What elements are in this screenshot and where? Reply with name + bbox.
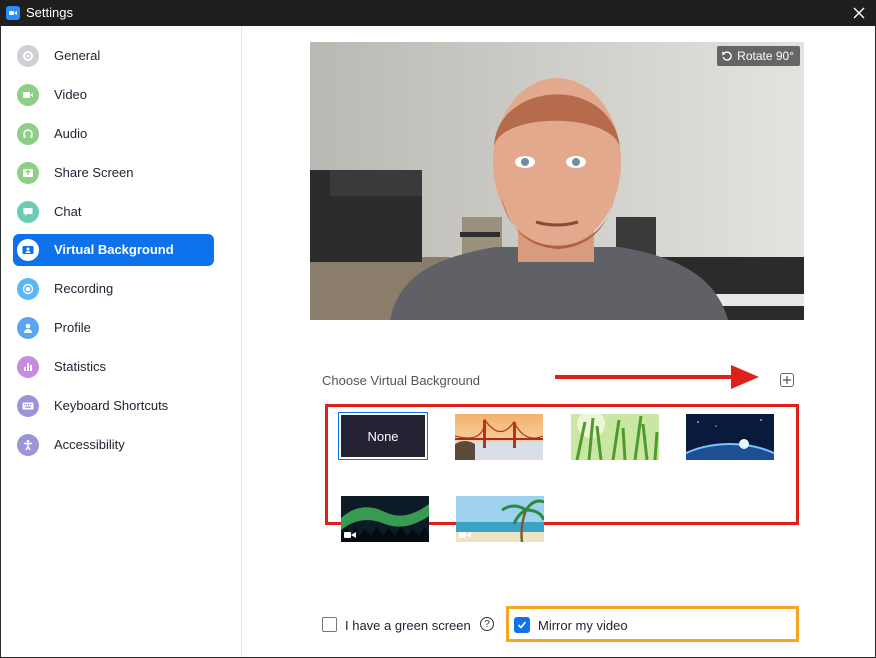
sidebar-item-accessibility[interactable]: Accessibility [13,429,214,461]
sidebar-item-statistics[interactable]: Statistics [13,351,214,383]
background-aurora-option[interactable] [341,496,429,542]
sidebar-item-label: Virtual Background [54,242,174,257]
sidebar-item-recording[interactable]: Recording [13,273,214,305]
sidebar-item-label: General [54,48,101,63]
help-question-icon[interactable]: ? [480,617,494,631]
checkmark-icon [517,621,527,629]
golden-gate-bridge-image [455,414,543,460]
window-title: Settings [26,5,73,20]
background-none-option[interactable]: None [338,412,428,460]
title-bar: Settings [0,0,876,26]
green-screen-checkbox[interactable] [322,617,337,632]
background-earth-option[interactable] [686,414,774,460]
mirror-video-label: Mirror my video [538,618,628,633]
chat-bubble-icon [17,201,39,223]
accessibility-icon [17,434,39,456]
keyboard-icon [17,395,39,417]
sidebar-item-label: Audio [54,126,88,141]
red-annotation-arrow-icon [555,365,759,389]
sidebar-item-label: Video [54,87,88,102]
sidebar-item-label: Recording [54,281,114,296]
settings-window: General Video Audio Share Screen Chat Vi… [1,26,875,657]
sidebar-item-video[interactable]: Video [13,79,214,111]
mirror-video-checkbox[interactable] [514,617,530,633]
video-camera-icon [17,84,39,106]
sidebar-item-profile[interactable]: Profile [13,312,214,344]
sidebar-item-general[interactable]: General [13,40,214,72]
choose-virtual-background-label: Choose Virtual Background [322,373,481,388]
share-screen-icon [17,162,39,184]
sidebar-item-label: Keyboard Shortcuts [54,398,169,413]
sidebar-item-label: Accessibility [54,437,125,452]
plus-icon [783,376,791,384]
background-beach-option[interactable] [456,496,544,542]
green-grass-image [571,414,659,460]
video-background-badge-icon [344,532,356,538]
rotate-icon [722,51,732,61]
sidebar-item-label: Statistics [54,359,107,374]
person-icon [17,317,39,339]
rotate-90-button[interactable]: Rotate 90° [717,46,800,66]
record-icon [17,278,39,300]
video-preview: Rotate 90° [310,42,804,320]
settings-sidebar: General Video Audio Share Screen Chat Vi… [1,26,242,657]
close-window-button[interactable] [850,4,868,22]
zoom-app-icon [6,6,20,20]
person-card-icon [17,239,39,261]
background-grass-option[interactable] [571,414,659,460]
webcam-feed-image [310,42,804,320]
bar-chart-icon [17,356,39,378]
sidebar-item-label: Share Screen [54,165,134,180]
sidebar-item-label: Chat [54,204,82,219]
sidebar-item-share-screen[interactable]: Share Screen [13,157,214,189]
close-icon [853,7,865,19]
sidebar-item-keyboard-shortcuts[interactable]: Keyboard Shortcuts [13,390,214,422]
sidebar-item-label: Profile [54,320,91,335]
rotate-label: Rotate 90° [737,49,794,63]
background-none-label: None [367,428,399,444]
sidebar-item-virtual-background[interactable]: Virtual Background [13,234,214,266]
gear-icon [17,45,39,67]
earth-from-space-image [686,414,774,460]
sidebar-item-chat[interactable]: Chat [13,196,214,228]
video-background-badge-icon [459,532,471,538]
headphones-icon [17,123,39,145]
sidebar-item-audio[interactable]: Audio [13,118,214,150]
background-golden-gate-option[interactable] [455,414,543,460]
green-screen-label: I have a green screen [345,618,471,633]
add-background-button[interactable] [780,373,794,387]
